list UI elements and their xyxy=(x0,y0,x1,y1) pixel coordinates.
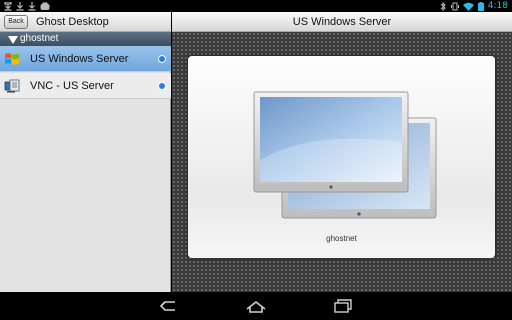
card-caption: ghostnet xyxy=(326,234,357,243)
detail-title: US Windows Server xyxy=(292,16,392,28)
detail-pane: US Windows Server ghostnet xyxy=(172,12,512,292)
back-nav-icon[interactable] xyxy=(157,298,181,314)
vnc-icon xyxy=(4,79,20,93)
group-header-ghostnet[interactable]: ghostnet xyxy=(0,32,171,46)
download-icon xyxy=(4,1,12,11)
navigation-bar xyxy=(0,292,512,320)
expand-triangle-icon xyxy=(8,36,18,44)
back-button[interactable]: Back xyxy=(4,15,28,29)
wifi-icon xyxy=(462,2,474,11)
connection-label: VNC - US Server xyxy=(30,80,114,92)
info-icon[interactable] xyxy=(158,55,166,63)
home-nav-icon[interactable] xyxy=(244,298,268,314)
connection-label: US Windows Server xyxy=(30,53,129,65)
monitors-icon xyxy=(253,91,437,219)
right-action-bar: US Windows Server xyxy=(172,12,512,32)
app-title: Ghost Desktop xyxy=(36,16,109,28)
connection-item-us-windows-server[interactable]: US Windows Server xyxy=(0,46,171,72)
connections-pane: Back Ghost Desktop ghostnet US Windows S… xyxy=(0,12,171,292)
clock: 4:18 xyxy=(487,1,508,11)
notification-icons xyxy=(4,1,50,11)
windows-logo-icon xyxy=(5,53,19,65)
group-label: ghostnet xyxy=(20,33,59,44)
gamepad-icon xyxy=(40,2,50,10)
recent-apps-icon[interactable] xyxy=(331,298,355,314)
status-bar: 4:18 xyxy=(0,0,512,12)
download-icon xyxy=(28,1,36,11)
bluetooth-icon xyxy=(440,1,446,11)
connect-card[interactable]: ghostnet xyxy=(188,56,495,258)
info-icon[interactable] xyxy=(158,82,166,90)
vibrate-icon xyxy=(450,2,459,10)
system-icons: 4:18 xyxy=(439,1,508,11)
battery-icon xyxy=(477,1,484,11)
download-icon xyxy=(16,1,24,11)
left-action-bar: Back Ghost Desktop xyxy=(0,12,171,32)
connection-item-vnc-us-server[interactable]: VNC - US Server xyxy=(0,73,171,99)
